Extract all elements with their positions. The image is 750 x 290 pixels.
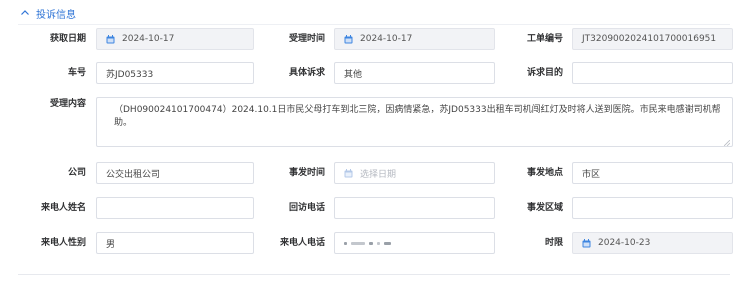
incident-time-picker[interactable]: 选择日期 [334, 162, 495, 184]
accept-time-label: 受理时间 [288, 34, 325, 44]
request-label: 具体诉求 [288, 68, 325, 78]
caller-gender-label: 来电人性别 [40, 238, 86, 248]
acquire-date-value: 2024-10-17 [122, 34, 175, 44]
deadline-field[interactable]: 2024-10-23 [572, 232, 733, 254]
purpose-label: 诉求目的 [526, 68, 563, 78]
work-order-label: 工单编号 [526, 34, 563, 44]
plate-value: 苏JD05333 [106, 69, 154, 80]
caller-phone-field[interactable] [334, 232, 495, 254]
bottom-divider [18, 274, 730, 275]
calendar-icon [344, 34, 353, 44]
company-label: 公司 [67, 168, 86, 178]
resize-grip-icon[interactable] [723, 138, 731, 147]
company-field[interactable]: 公交出租公司 [96, 162, 254, 184]
section-header-complaint-info[interactable]: 投诉信息 [20, 4, 76, 22]
caller-gender-field[interactable]: 男 [96, 232, 254, 254]
calendar-icon [582, 238, 591, 248]
section-divider [18, 24, 730, 25]
purpose-field[interactable] [572, 62, 733, 84]
deadline-value: 2024-10-23 [598, 238, 651, 248]
incident-time-placeholder: 选择日期 [360, 169, 397, 180]
incident-place-field[interactable]: 市区 [572, 162, 733, 184]
acquire-date-field[interactable]: 2024-10-17 [96, 28, 254, 50]
caller-name-field[interactable] [96, 197, 254, 219]
deadline-label: 时限 [544, 238, 563, 248]
chevron-up-icon [20, 8, 30, 18]
incident-area-label: 事发区域 [526, 203, 563, 213]
caller-phone-label: 来电人电话 [279, 238, 325, 248]
accept-time-value: 2024-10-17 [360, 34, 413, 44]
callback-phone-field[interactable] [334, 197, 495, 219]
calendar-icon [106, 34, 115, 44]
section-title: 投诉信息 [36, 9, 76, 21]
caller-name-label: 来电人姓名 [40, 203, 86, 213]
content-textarea[interactable]: （DH090024101700474）2024.10.1日市民父母打车到北三院，… [96, 97, 733, 147]
work-order-field[interactable]: JT320900202410170001695​1 [572, 28, 733, 50]
incident-place-label: 事发地点 [526, 168, 563, 178]
content-label: 受理内容 [49, 99, 86, 109]
acquire-date-label: 获取日期 [49, 34, 86, 44]
request-field[interactable]: 其他 [334, 62, 495, 84]
calendar-icon [344, 168, 353, 178]
incident-time-label: 事发时间 [288, 168, 325, 178]
callback-phone-label: 回访电话 [288, 203, 325, 213]
accept-time-field[interactable]: 2024-10-17 [334, 28, 495, 50]
caller-gender-value: 男 [106, 239, 116, 250]
incident-place-value: 市区 [582, 169, 601, 180]
work-order-value: JT320900202410170001695​1 [582, 34, 717, 44]
incident-area-field[interactable] [572, 197, 733, 219]
redacted-phone-value [344, 241, 391, 245]
plate-field[interactable]: 苏JD05333 [96, 62, 254, 84]
plate-label: 车号 [67, 68, 86, 78]
content-value: （DH090024101700474）2024.10.1日市民父母打车到北三院，… [114, 105, 721, 128]
company-value: 公交出租公司 [106, 169, 161, 180]
request-value: 其他 [344, 69, 363, 80]
